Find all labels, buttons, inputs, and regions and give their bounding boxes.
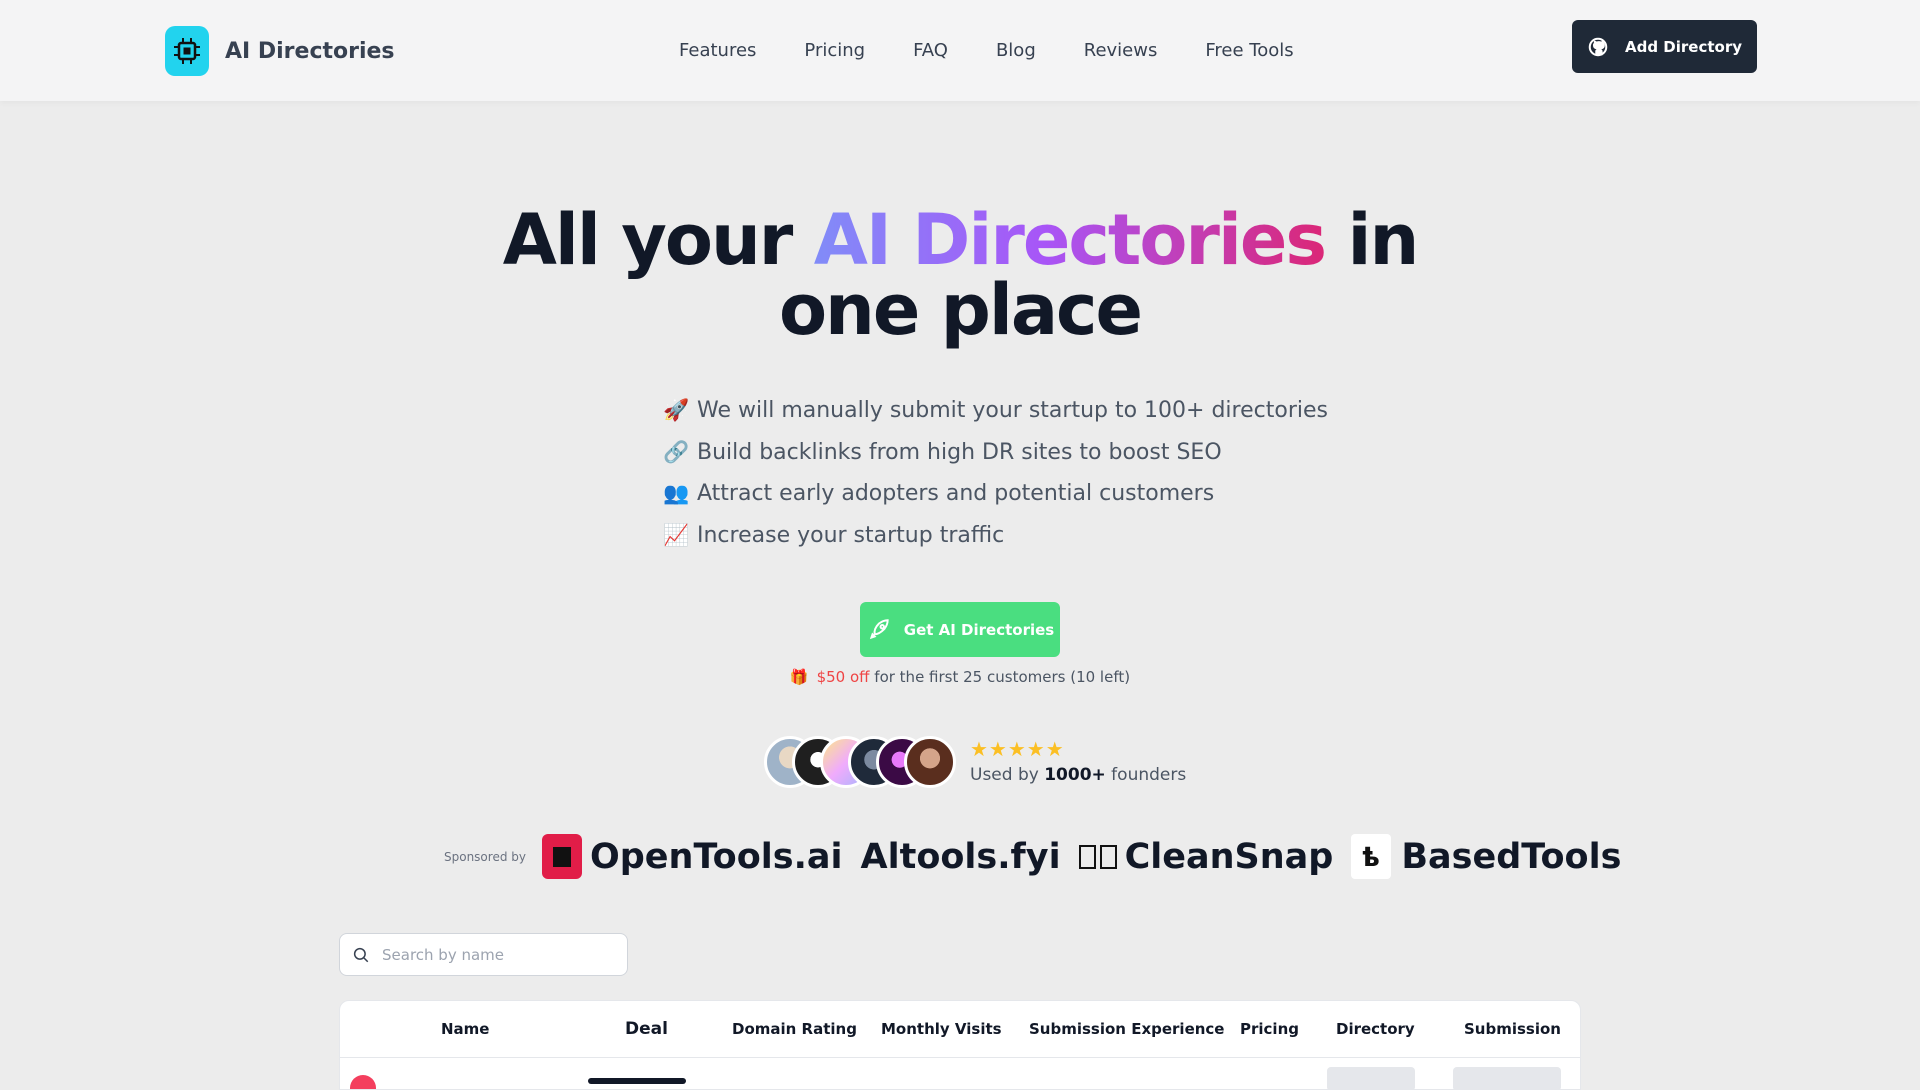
submission-button[interactable] [1453,1067,1561,1089]
sponsored-by-label: Sponsored by [444,849,526,864]
social-proof: ★★★★★ Used by 1000+ founders [764,736,1186,788]
hero-title-line2: one place [778,269,1143,351]
brand-logo[interactable]: AI Directories [165,26,395,76]
column-header-monthly-visits[interactable]: Monthly Visits [881,1001,1002,1057]
gift-icon: 🎁 [789,668,809,686]
column-header-submission[interactable]: Submission [1464,1001,1561,1057]
used-prefix: Used by [970,765,1045,785]
deal-badge [588,1078,686,1084]
feature-text: We will manually submit your startup to … [697,398,1328,424]
column-header-domain-rating[interactable]: Domain Rating [732,1001,857,1057]
column-header-name[interactable]: Name [441,1001,489,1057]
column-header-deal[interactable]: Deal [625,1001,668,1057]
feature-list: 🚀 We will manually submit your startup t… [663,390,1328,556]
sponsors-bar: Sponsored by OpenTools.ai Altools.fyi Cl… [444,834,1639,879]
nav-link-free-tools[interactable]: Free Tools [1205,38,1293,64]
chip-icon [165,26,209,76]
cleansnap-logo-icon [1078,844,1096,869]
feature-item: 🚀 We will manually submit your startup t… [663,390,1328,432]
row-logo [350,1075,376,1089]
avatar-group [764,736,956,788]
rocket-icon [869,618,889,639]
sponsor-aitools[interactable]: Altools.fyi [861,837,1061,877]
offer-highlight: $50 off [816,668,870,686]
basedtools-logo-icon: ҍ [1351,834,1392,879]
feature-item: 🔗 Build backlinks from high DR sites to … [663,432,1328,474]
cleansnap-logo-icon [1099,844,1117,869]
feature-item: 📈 Increase your startup traffic [663,515,1328,557]
nav-link-reviews[interactable]: Reviews [1084,38,1158,64]
add-directory-button[interactable]: Add Directory [1572,20,1757,73]
offer-text: for the first 25 customers (10 left) [869,668,1131,686]
feature-item: 👥 Attract early adopters and potential c… [663,473,1328,515]
search-icon [353,947,369,962]
github-icon [1588,37,1608,56]
brand-name: AI Directories [225,38,395,64]
rocket-icon: 🚀 [663,398,690,423]
search-box [339,933,628,976]
people-icon: 👥 [663,481,690,506]
nav-link-features[interactable]: Features [679,38,756,64]
avatar [904,736,956,788]
sponsor-name: BasedTools [1401,836,1622,877]
star-rating-icon: ★★★★★ [970,737,1065,761]
chart-up-icon: 📈 [663,522,690,547]
directory-button[interactable] [1327,1067,1415,1089]
hero-title-part2: in [1325,199,1419,281]
feature-text: Attract early adopters and potential cus… [697,481,1215,507]
get-ai-directories-button[interactable]: Get AI Directories [860,602,1060,657]
used-count: 1000+ [1044,765,1106,785]
column-header-pricing[interactable]: Pricing [1240,1001,1299,1057]
hero-title-part1: All your [502,199,814,281]
directories-table: Name Deal Domain Rating Monthly Visits S… [339,1000,1581,1090]
sponsor-basedtools[interactable]: ҍ BasedTools [1351,834,1621,879]
top-navbar: AI Directories Features Pricing FAQ Blog… [0,0,1920,101]
sponsor-opentools[interactable]: OpenTools.ai [541,834,843,879]
nav-menu: Features Pricing FAQ Blog Reviews Free T… [679,38,1342,64]
feature-text: Increase your startup traffic [697,522,1005,548]
hero-title: All your AI Directories in one place [0,205,1920,345]
offer-note: 🎁 $50 off for the first 25 customers (10 … [0,668,1920,686]
sponsor-name: Altools.fyi [860,836,1061,877]
search-input[interactable] [380,944,604,965]
table-header: Name Deal Domain Rating Monthly Visits S… [340,1001,1580,1058]
rating-block: ★★★★★ Used by 1000+ founders [970,739,1186,785]
sponsor-name: CleanSnap [1124,836,1334,877]
used-suffix: founders [1105,765,1187,785]
cta-label: Get AI Directories [903,620,1055,639]
opentools-logo-icon [541,834,582,879]
nav-link-blog[interactable]: Blog [996,38,1036,64]
column-header-directory[interactable]: Directory [1336,1001,1415,1057]
sponsor-name: OpenTools.ai [589,836,843,877]
feature-text: Build backlinks from high DR sites to bo… [697,439,1222,465]
sponsor-cleansnap[interactable]: CleanSnap [1078,836,1334,877]
link-icon: 🔗 [663,439,690,464]
add-directory-label: Add Directory [1624,37,1742,56]
nav-link-faq[interactable]: FAQ [913,38,948,64]
column-header-submission-experience[interactable]: Submission Experience [1029,1001,1224,1057]
used-by-text: Used by 1000+ founders [970,765,1186,785]
nav-link-pricing[interactable]: Pricing [804,38,865,64]
